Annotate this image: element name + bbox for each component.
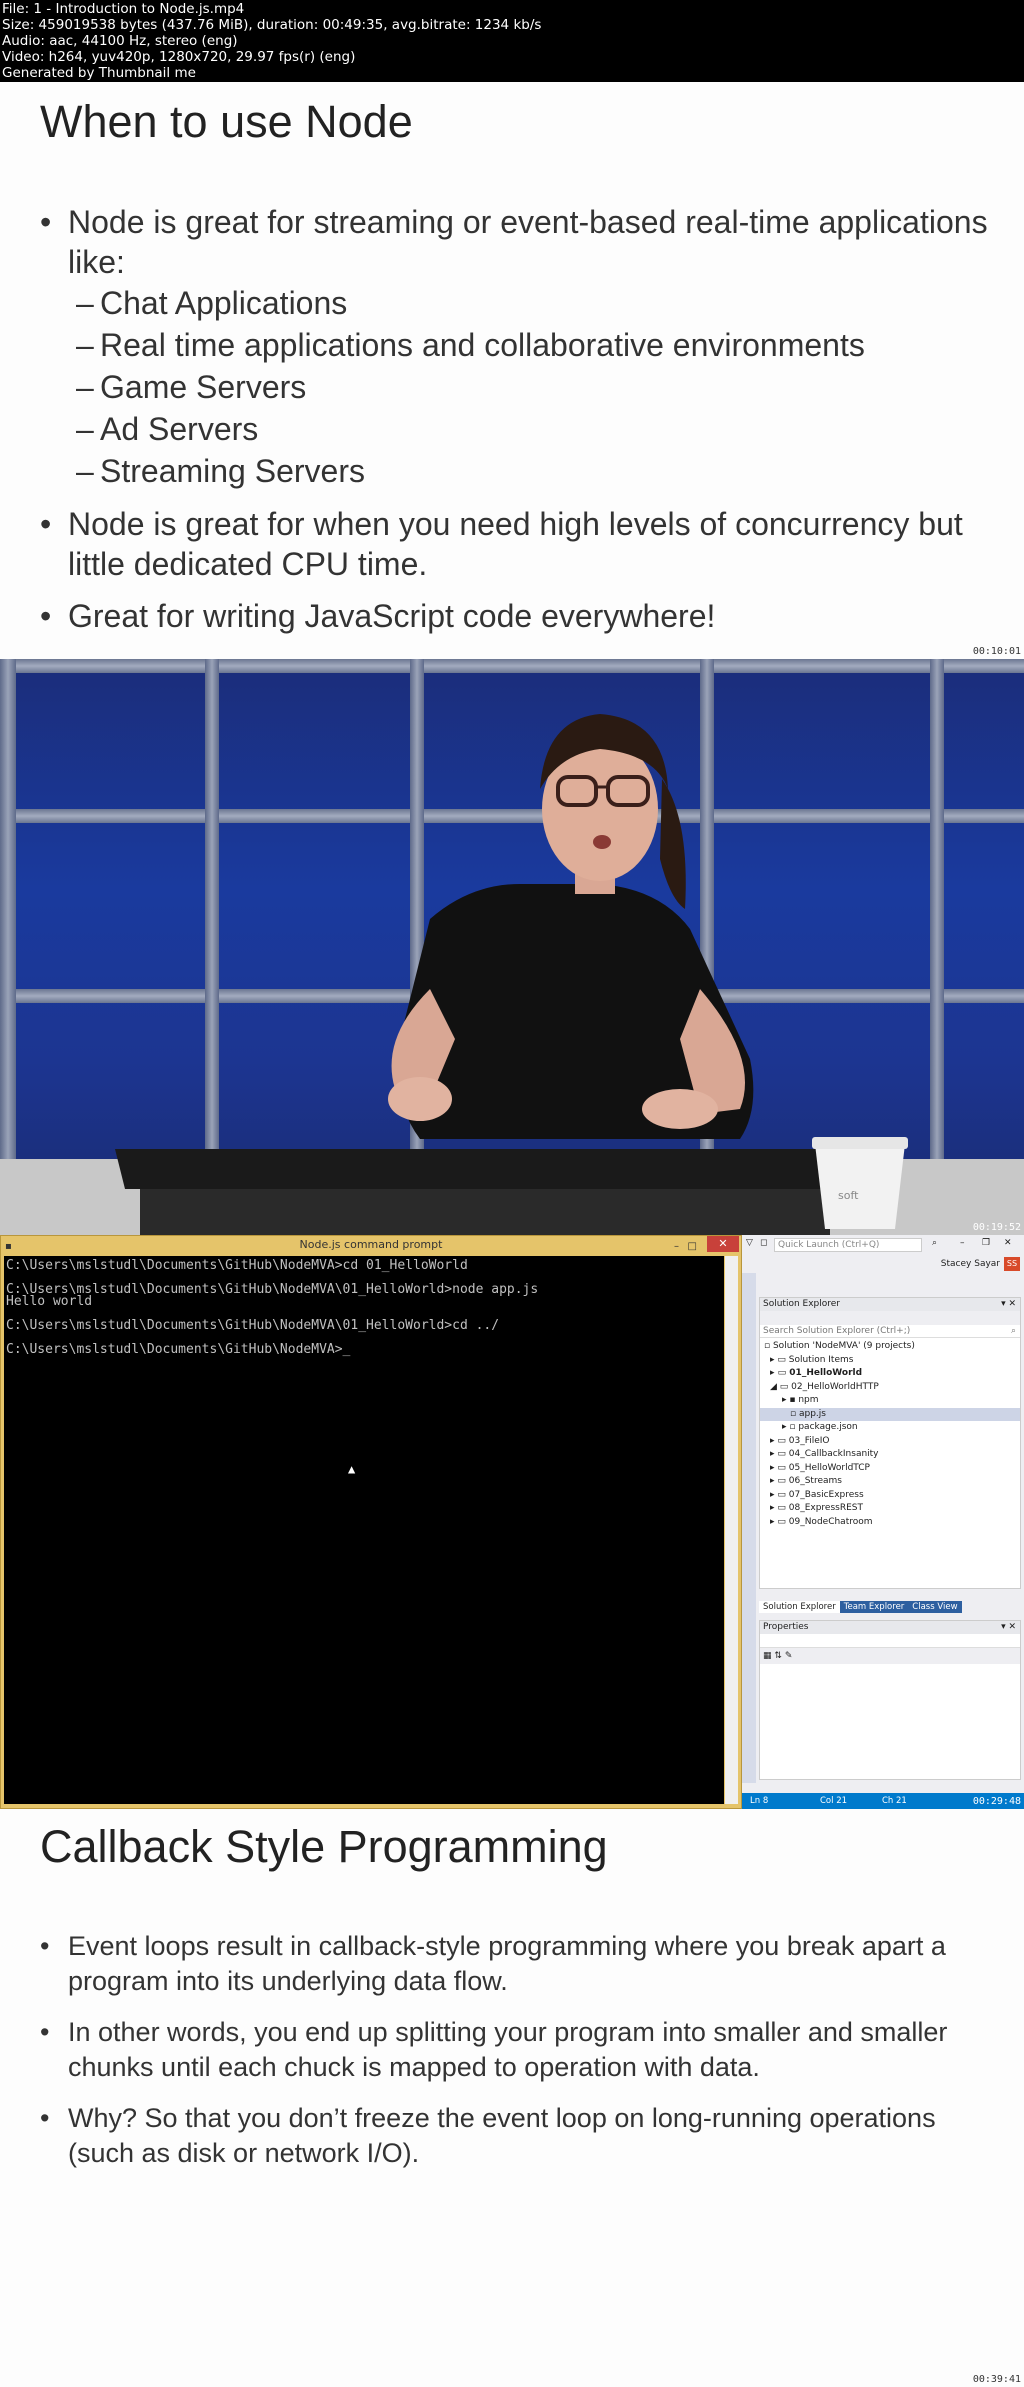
status-column: Col 21 <box>820 1796 848 1806</box>
slide-callback-style: Callback Style Programming Event loops r… <box>0 1809 1024 2387</box>
properties-header: Properties ▾ ✕ <box>760 1621 1020 1634</box>
close-icon[interactable]: ✕ <box>1004 1238 1012 1248</box>
restore-icon[interactable]: ❐ <box>982 1238 990 1248</box>
tree-item[interactable]: ▸ ▭ 06_Streams <box>760 1475 1020 1489</box>
solution-explorer-search[interactable]: Search Solution Explorer (Ctrl+;) ⌕ <box>760 1325 1020 1338</box>
maximize-icon[interactable]: □ <box>688 1238 697 1256</box>
sub-bullet: – Game Servers <box>76 369 307 405</box>
alphabetical-icon[interactable]: ⇅ <box>774 1651 782 1661</box>
wrench-icon[interactable]: ✎ <box>785 1651 793 1661</box>
tree-item[interactable]: ▫ Solution 'NodeMVA' (9 projects) <box>760 1340 1020 1354</box>
close-icon[interactable]: ✕ <box>707 1236 739 1252</box>
bullet-event-loops: Event loops result in callback-style pro… <box>40 1929 994 1999</box>
tree-item[interactable]: ▸ ▭ 01_HelloWorld <box>760 1367 1020 1381</box>
meta-file: File: 1 - Introduction to Node.js.mp4 <box>2 1 245 17</box>
timestamp: 00:10:01 <box>972 646 1021 657</box>
bullet-in-other-words: In other words, you end up splitting you… <box>40 2015 994 2085</box>
bullet-why: Why? So that you don’t freeze the event … <box>40 2101 994 2171</box>
slide-bullets: Node is great for streaming or event-bas… <box>40 202 994 648</box>
desktop-screenshot-frame: Node.js command prompt ▪ – □ ✕ C:\Users\… <box>0 1235 1024 1809</box>
slide-bullets: Event loops result in callback-style pro… <box>40 1929 994 2187</box>
command-prompt-window[interactable]: Node.js command prompt ▪ – □ ✕ C:\Users\… <box>0 1235 742 1809</box>
search-icon[interactable]: ⌕ <box>1011 1325 1016 1338</box>
filter-icon[interactable]: ▽ <box>746 1238 753 1248</box>
cmd-app-icon: ▪ <box>5 1241 12 1252</box>
meta-audio: Audio: aac, 44100 Hz, stereo (eng) <box>2 33 238 49</box>
status-char: Ch 21 <box>882 1796 907 1806</box>
bullet-text: Node is great for streaming or event-bas… <box>68 204 988 280</box>
tree-item[interactable]: ▸ ▭ 03_FileIO <box>760 1435 1020 1449</box>
window-title: Node.js command prompt <box>299 1238 443 1251</box>
tree-item[interactable]: ▸ ▪ npm <box>760 1394 1020 1408</box>
pane-close-icon[interactable]: ▾ ✕ <box>1001 1621 1016 1634</box>
cmd-scrollbar[interactable] <box>725 1256 738 1804</box>
sub-bullet: – Ad Servers <box>76 411 259 447</box>
tree-item[interactable]: ▸ ▭ 08_ExpressREST <box>760 1502 1020 1516</box>
tab-solution-explorer[interactable]: Solution Explorer <box>759 1601 840 1613</box>
visual-studio-window: ▽ ◻ Quick Launch (Ctrl+Q) ⌕ – ❐ ✕ Stacey… <box>742 1235 1024 1809</box>
sub-bullets: – Chat Applications – Real time applicatio… <box>68 282 994 492</box>
status-line: Ln 8 <box>750 1796 769 1806</box>
explorer-tab-strip: Solution Explorer Team Explorer Class Vi… <box>759 1601 962 1613</box>
sub-bullet: – Streaming Servers <box>76 453 365 489</box>
tree-item[interactable]: ▸ ▭ 07_BasicExpress <box>760 1489 1020 1503</box>
slide-title: Callback Style Programming <box>40 1821 608 1872</box>
sub-bullet: – Chat Applications <box>76 285 348 321</box>
quick-launch-input[interactable]: Quick Launch (Ctrl+Q) <box>774 1238 922 1252</box>
command-prompt-output[interactable]: C:\Users\mslstudl\Documents\GitHub\NodeM… <box>4 1256 724 1804</box>
solution-tree: ▫ Solution 'NodeMVA' (9 projects) ▸ ▭ So… <box>760 1338 1020 1529</box>
mouse-cursor-icon: ▲ <box>348 1462 356 1476</box>
meta-size: Size: 459019538 bytes (437.76 MiB), dura… <box>2 17 542 33</box>
feedback-icon[interactable]: ◻ <box>760 1238 767 1248</box>
presenter-illustration: soft <box>0 714 1024 1235</box>
bullet-streaming: Node is great for streaming or event-bas… <box>40 202 994 492</box>
meta-video: Video: h264, yuv420p, 1280x720, 29.97 fp… <box>2 49 356 65</box>
cmd-line: C:\Users\mslstudl\Documents\GitHub\NodeM… <box>6 1318 500 1333</box>
cmd-line: C:\Users\mslstudl\Documents\GitHub\NodeM… <box>6 1258 468 1273</box>
solution-explorer-header: Solution Explorer ▾ ✕ <box>760 1298 1020 1311</box>
pane-title: Properties <box>763 1622 809 1632</box>
properties-pane: Properties ▾ ✕ ▦ ⇅ ✎ <box>759 1620 1021 1780</box>
tree-item[interactable]: ▸ ▫ package.json <box>760 1421 1020 1435</box>
tree-item-selected[interactable]: ▫ app.js <box>760 1407 1020 1421</box>
tree-item[interactable]: ◢ ▭ 02_HelloWorldHTTP <box>760 1381 1020 1395</box>
minimize-icon[interactable]: – <box>960 1238 965 1248</box>
cmd-line: C:\Users\mslstudl\Documents\GitHub\NodeM… <box>6 1282 539 1297</box>
meta-generator: Generated by Thumbnail me <box>2 65 196 81</box>
pane-close-icon[interactable]: ▾ ✕ <box>1001 1298 1016 1311</box>
timestamp: 00:29:48 <box>972 1796 1021 1807</box>
bullet-concurrency: Node is great for when you need high lev… <box>40 504 994 584</box>
search-icon[interactable]: ⌕ <box>932 1238 937 1248</box>
cup-logo-text: soft <box>838 1189 859 1202</box>
cmd-line: Hello world <box>6 1294 93 1309</box>
vs-title-area: ▽ ◻ Quick Launch (Ctrl+Q) ⌕ – ❐ ✕ Stacey… <box>742 1235 1024 1273</box>
properties-object-select[interactable] <box>760 1634 1020 1648</box>
timestamp: 00:39:41 <box>972 2374 1021 2385</box>
tree-item[interactable]: ▸ ▭ 09_NodeChatroom <box>760 1516 1020 1530</box>
signed-in-user[interactable]: Stacey Sayar <box>941 1259 1000 1269</box>
thumbnail-metadata: File: 1 - Introduction to Node.js.mp4 Si… <box>0 0 1024 82</box>
command-prompt-titlebar[interactable]: Node.js command prompt ▪ – □ ✕ <box>1 1236 741 1254</box>
sub-bullet: – Real time applications and collaborativ… <box>76 327 865 363</box>
cmd-line: C:\Users\mslstudl\Documents\GitHub\NodeM… <box>6 1342 351 1357</box>
tree-item[interactable]: ▸ ▭ 04_CallbackInsanity <box>760 1448 1020 1462</box>
minimize-icon[interactable]: – <box>674 1238 679 1256</box>
slide-title: When to use Node <box>40 96 413 147</box>
tab-team-explorer[interactable]: Team Explorer <box>839 1601 909 1613</box>
solution-explorer-toolbar[interactable] <box>760 1311 1020 1325</box>
categorized-icon[interactable]: ▦ <box>763 1651 772 1661</box>
vs-left-toolstrip <box>742 1273 756 1783</box>
timestamp: 00:19:52 <box>972 1222 1021 1233</box>
presenter-video-frame: soft 00:19:52 <box>0 659 1024 1235</box>
slide-when-to-use-node: When to use Node Node is great for strea… <box>0 82 1024 659</box>
avatar[interactable]: SS <box>1004 1257 1020 1271</box>
bullet-javascript: Great for writing JavaScript code everyw… <box>40 596 994 636</box>
tree-item[interactable]: ▸ ▭ 05_HelloWorldTCP <box>760 1462 1020 1476</box>
tree-item[interactable]: ▸ ▭ Solution Items <box>760 1354 1020 1368</box>
solution-explorer-pane: Solution Explorer ▾ ✕ Search Solution Ex… <box>759 1297 1021 1589</box>
properties-toolbar: ▦ ⇅ ✎ <box>760 1648 1020 1664</box>
tab-class-view[interactable]: Class View <box>908 1601 962 1613</box>
pane-title: Solution Explorer <box>763 1299 840 1309</box>
